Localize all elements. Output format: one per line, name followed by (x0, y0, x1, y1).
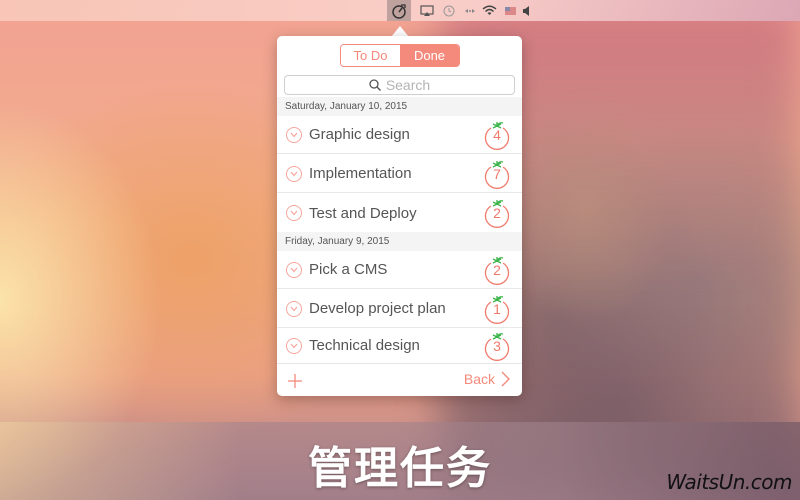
chevron-right-icon (501, 371, 510, 387)
pomodoro-count: 3 (493, 337, 501, 354)
task-row[interactable]: Pick a CMS 2 (277, 251, 522, 289)
airplay-icon[interactable] (418, 0, 436, 21)
popover-footer: Back (277, 363, 522, 396)
completed-check-icon[interactable] (286, 261, 302, 278)
time-machine-icon[interactable] (441, 0, 457, 21)
task-row[interactable]: Test and Deploy 2 (277, 194, 522, 232)
search-input[interactable]: Search (284, 75, 515, 95)
pomodoro-tomato-icon: 2 (483, 199, 511, 229)
back-label: Back (463, 371, 495, 387)
pomodoro-tomato-icon: 2 (483, 256, 511, 286)
watermark: WaitsUn.com (666, 470, 792, 494)
pomodoro-tomato-icon: 3 (483, 332, 511, 362)
pomodoro-count: 2 (493, 261, 501, 278)
task-title: Test and Deploy (309, 204, 417, 222)
search-placeholder: Search (385, 77, 431, 93)
completed-check-icon[interactable] (286, 205, 302, 221)
task-row[interactable]: Technical design 3 (277, 328, 522, 363)
back-button[interactable]: Back (464, 371, 510, 387)
task-title: Technical design (309, 337, 420, 354)
wifi-icon[interactable] (480, 0, 498, 21)
pomodoro-count: 4 (493, 126, 501, 143)
task-title: Graphic design (309, 126, 410, 143)
task-row[interactable]: Implementation 7 (277, 155, 522, 193)
task-popover: To Do Done Search Saturday, January 10, … (277, 36, 522, 396)
pomodoro-count: 7 (493, 165, 501, 182)
tab-todo[interactable]: To Do (341, 45, 400, 66)
task-title: Pick a CMS (309, 261, 388, 278)
todo-done-segmented-control: To Do Done (340, 44, 460, 67)
section-header-date: Saturday, January 10, 2015 (277, 97, 522, 116)
pomodoro-tomato-icon: 7 (483, 160, 511, 190)
add-task-button[interactable] (287, 373, 303, 389)
pomodoro-count: 1 (493, 300, 501, 317)
completed-check-icon[interactable] (286, 126, 302, 143)
search-icon (369, 79, 381, 91)
pomodoro-tomato-icon: 4 (483, 121, 511, 151)
completed-check-icon[interactable] (286, 165, 302, 182)
pomodoro-tomato-icon: 1 (483, 295, 511, 325)
completed-check-icon[interactable] (286, 300, 302, 317)
task-row[interactable]: Graphic design 4 (277, 116, 522, 154)
network-arrows-icon[interactable] (462, 0, 478, 21)
task-title: Develop project plan (309, 300, 446, 317)
tab-done[interactable]: Done (400, 45, 459, 66)
task-title: Implementation (309, 165, 412, 182)
completed-check-icon[interactable] (286, 337, 302, 354)
plus-icon (288, 374, 302, 388)
timer-icon[interactable] (387, 0, 411, 21)
menu-bar (0, 0, 800, 21)
pomodoro-count: 2 (493, 205, 501, 221)
task-row[interactable]: Develop project plan 1 (277, 290, 522, 328)
section-header-date: Friday, January 9, 2015 (277, 232, 522, 251)
volume-icon[interactable] (520, 0, 532, 21)
flag-input-icon[interactable] (503, 0, 517, 21)
